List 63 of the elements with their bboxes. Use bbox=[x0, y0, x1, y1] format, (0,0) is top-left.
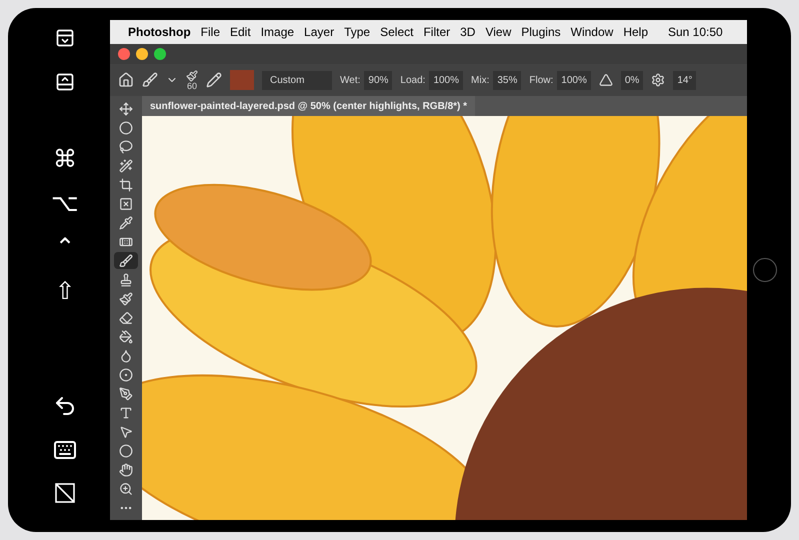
modifier-key[interactable]: ⌃ bbox=[55, 236, 75, 260]
menu-item[interactable]: Layer bbox=[304, 23, 334, 41]
angle-field[interactable]: 14° bbox=[673, 70, 696, 90]
value-field[interactable]: 100% bbox=[557, 70, 591, 90]
square-slash-icon[interactable] bbox=[54, 482, 76, 504]
dotted-circle-icon bbox=[119, 368, 133, 382]
crossed-square-icon bbox=[119, 196, 133, 210]
move-icon bbox=[119, 102, 133, 116]
field-label: Mix: bbox=[471, 74, 490, 88]
field-label: Flow: bbox=[529, 74, 554, 88]
hand-icon bbox=[119, 462, 133, 476]
settings-icon[interactable] bbox=[651, 73, 666, 87]
menu-item[interactable]: Plugins bbox=[521, 23, 561, 41]
color-swatch[interactable] bbox=[230, 70, 254, 90]
type-icon bbox=[119, 406, 133, 420]
panel-down-icon[interactable] bbox=[55, 28, 75, 48]
panel-up-icon[interactable] bbox=[55, 72, 75, 92]
menu-item[interactable]: Image bbox=[260, 23, 294, 41]
circle-icon bbox=[119, 444, 133, 458]
zoom-icon bbox=[119, 482, 133, 496]
modifier-key[interactable]: ⇧ bbox=[55, 280, 75, 304]
pointer-icon bbox=[119, 424, 133, 438]
menu-item[interactable]: File bbox=[200, 23, 220, 41]
smoothing-field[interactable]: 0% bbox=[620, 70, 644, 90]
lasso-icon bbox=[119, 140, 133, 154]
value-field[interactable]: 90% bbox=[364, 70, 392, 90]
value-field[interactable]: 100% bbox=[429, 70, 464, 90]
menu-item[interactable]: View bbox=[485, 23, 512, 41]
brush-icon[interactable] bbox=[142, 72, 158, 88]
brush-icon bbox=[119, 254, 133, 268]
preset-dropdown[interactable]: Custom bbox=[262, 70, 332, 90]
pencil-icon[interactable] bbox=[206, 72, 222, 88]
modifier-key[interactable]: ⌘ bbox=[53, 148, 77, 172]
brush-size-picker[interactable]: 60 bbox=[186, 70, 198, 90]
menu-item[interactable]: Select bbox=[380, 23, 414, 41]
dashed-circle-icon bbox=[119, 120, 133, 134]
pen-nib-icon bbox=[119, 386, 133, 400]
tool-button[interactable] bbox=[114, 252, 138, 269]
value-field[interactable]: 35% bbox=[493, 70, 522, 90]
menu-item[interactable]: Photoshop bbox=[128, 23, 191, 41]
paintbrush-icon bbox=[119, 292, 133, 306]
home-button[interactable] bbox=[753, 258, 777, 282]
keyboard-icon[interactable] bbox=[53, 438, 77, 462]
eraser-icon bbox=[119, 310, 133, 324]
menu-item[interactable]: Window bbox=[570, 23, 614, 41]
menu-item[interactable]: Filter bbox=[423, 23, 450, 41]
crop-icon bbox=[119, 178, 133, 192]
modifier-key[interactable]: ⌥ bbox=[51, 192, 79, 216]
undo-icon[interactable] bbox=[53, 394, 77, 418]
eyedropper-icon bbox=[119, 216, 133, 230]
paint-bucket-icon bbox=[119, 330, 133, 344]
menu-item[interactable]: 3D bbox=[460, 23, 476, 41]
field-label: Load: bbox=[400, 74, 426, 88]
home-icon[interactable] bbox=[118, 72, 134, 88]
document-tab[interactable]: sunflower-painted-layered.psd @ 50% (center highlights, RGB/8*) * bbox=[142, 96, 476, 116]
clock: Sun 10:50 bbox=[668, 24, 723, 41]
stamp-icon bbox=[119, 272, 133, 286]
menu-item[interactable]: Help bbox=[623, 23, 648, 41]
droplet-icon bbox=[119, 348, 133, 362]
magic-wand-icon bbox=[119, 158, 133, 172]
menu-item[interactable]: Edit bbox=[230, 23, 251, 41]
menu-item[interactable]: Type bbox=[344, 23, 370, 41]
field-label: Wet: bbox=[340, 74, 360, 88]
